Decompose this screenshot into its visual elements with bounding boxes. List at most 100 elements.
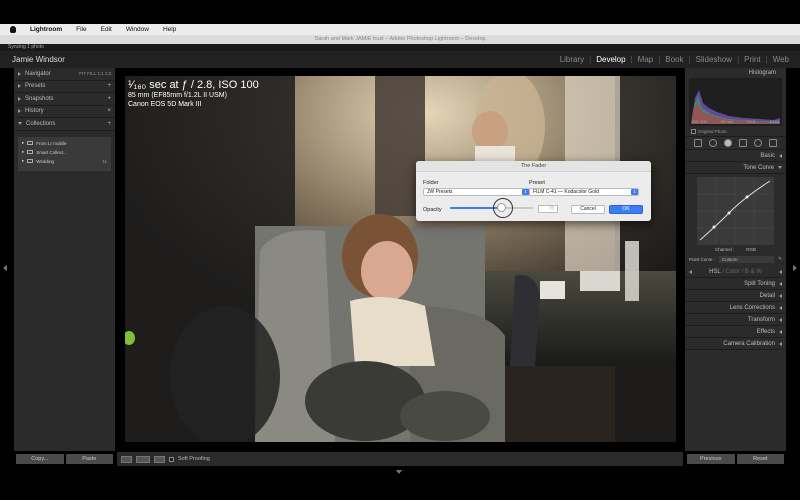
collection-set-icon: [27, 159, 34, 163]
menu-window[interactable]: Window: [126, 26, 149, 33]
copy-button[interactable]: Copy...: [16, 454, 64, 464]
detail-header[interactable]: Detail: [685, 290, 786, 302]
transform-label: Transform: [747, 316, 775, 323]
red-eye-icon[interactable]: [724, 139, 733, 147]
split-toning-header[interactable]: Split Toning: [685, 278, 786, 290]
right-panel: Histogram ISO 100 85 mm f/2.8 1⁄160 Orig…: [685, 68, 786, 451]
opacity-slider[interactable]: [450, 203, 533, 212]
before-after-icon[interactable]: [136, 455, 150, 463]
module-slideshow[interactable]: Slideshow: [691, 55, 737, 64]
original-photo-row: Original Photo: [685, 126, 786, 136]
list-item[interactable]: ▸ Wedding 11: [22, 157, 107, 166]
menu-edit[interactable]: Edit: [101, 26, 112, 33]
expand-triangle-icon: [779, 281, 782, 286]
clear-history-icon[interactable]: ×: [107, 108, 111, 114]
dialog-title: The Fader: [416, 161, 651, 172]
paste-button[interactable]: Paste: [65, 454, 113, 464]
collapse-triangle-icon: [778, 166, 782, 169]
snapshots-header[interactable]: Snapshots +: [14, 93, 115, 106]
preset-label: Preset: [529, 180, 545, 186]
original-photo-label: Original Photo: [698, 128, 727, 134]
folder-label: Folder: [423, 180, 439, 186]
sync-status: Syncing 1 photo: [0, 44, 800, 51]
histogram-header[interactable]: Histogram: [685, 68, 786, 78]
compare-mode-icon[interactable]: [154, 455, 165, 463]
navigator-header[interactable]: Navigator FIT FILL 1:1 1:3: [14, 68, 115, 81]
lens-corrections-header[interactable]: Lens Corrections: [685, 302, 786, 314]
module-map[interactable]: Map: [633, 55, 659, 64]
opacity-value-field[interactable]: 78: [538, 205, 558, 213]
original-photo-checkbox[interactable]: [691, 128, 696, 134]
module-book[interactable]: Book: [660, 55, 688, 64]
tab-bw[interactable]: B & W: [745, 269, 762, 275]
loupe-view-icon[interactable]: [121, 455, 132, 463]
transform-header[interactable]: Transform: [685, 314, 786, 326]
detail-label: Detail: [759, 292, 775, 299]
photo-canvas[interactable]: ¹⁄₁₆₀ sec at ƒ / 2.8, ISO 100 85 mm (EF8…: [125, 76, 676, 442]
camera-info: Canon EOS 5D Mark III: [128, 101, 202, 108]
collapse-filmstrip-icon[interactable]: [396, 470, 402, 474]
channel-select[interactable]: RGB: [746, 247, 756, 252]
navigator-label: Navigator: [25, 70, 51, 77]
effects-header[interactable]: Effects: [685, 326, 786, 338]
tab-color[interactable]: Color: [726, 269, 740, 275]
presets-label: Presets: [25, 83, 46, 90]
left-panel: Navigator FIT FILL 1:1 1:3 Presets + Sna…: [14, 68, 115, 451]
menu-help[interactable]: Help: [163, 26, 176, 33]
collapse-left-panel-icon[interactable]: [3, 265, 7, 271]
cancel-button[interactable]: Cancel: [571, 205, 605, 214]
adjustment-brush-icon[interactable]: [768, 139, 777, 147]
collections-header[interactable]: Collections +: [14, 118, 115, 131]
tab-hsl[interactable]: HSL: [709, 269, 720, 275]
collection-set-icon: [27, 141, 34, 145]
basic-header[interactable]: Basic: [685, 150, 786, 162]
graduated-filter-icon[interactable]: [738, 139, 747, 147]
list-item[interactable]: ▸ Smart Collect...: [22, 148, 107, 157]
histogram[interactable]: ISO 100 85 mm f/2.8 1⁄160: [689, 78, 782, 126]
mac-menu-bar: Lightroom File Edit Window Help: [0, 24, 800, 35]
point-curve-row: Point Curve : Custom ✎: [689, 255, 782, 263]
expand-triangle-icon: [779, 293, 782, 298]
expand-triangle-icon: [779, 269, 782, 274]
module-web[interactable]: Web: [768, 55, 794, 64]
apple-icon[interactable]: [10, 26, 16, 33]
right-footer: Previous Reset: [685, 451, 786, 467]
module-library[interactable]: Library: [555, 55, 589, 64]
soft-proofing-checkbox[interactable]: [169, 456, 174, 462]
identity-plate: Jamie Windsor Library | Develop | Map | Boo…: [0, 51, 800, 68]
camera-calibration-header[interactable]: Camera Calibration: [685, 338, 786, 350]
previous-button[interactable]: Previous: [687, 454, 735, 464]
module-develop[interactable]: Develop: [591, 55, 630, 64]
tone-curve-graph[interactable]: [697, 177, 774, 245]
spot-removal-icon[interactable]: [709, 139, 718, 147]
collections-list: ▸ From Lr mobile ▸ Smart Collect... ▸ We…: [18, 136, 111, 171]
cursor-highlight-ring: [493, 198, 513, 218]
split-toning-label: Split Toning: [744, 280, 775, 287]
crop-icon[interactable]: [694, 139, 703, 147]
module-print[interactable]: Print: [739, 55, 765, 64]
preset-select[interactable]: FILM C-41 — Kodacolor Gold ⇕: [529, 188, 639, 196]
navigator-zoom-options[interactable]: FIT FILL 1:1 1:3: [79, 71, 111, 76]
add-snapshot-icon[interactable]: +: [107, 96, 111, 102]
menu-file[interactable]: File: [76, 26, 86, 33]
photo-image: [125, 76, 676, 442]
add-preset-icon[interactable]: +: [107, 83, 111, 89]
presets-header[interactable]: Presets +: [14, 81, 115, 93]
history-header[interactable]: History ×: [14, 106, 115, 118]
tone-curve-label: Tone Curve: [743, 164, 774, 171]
photo-info-overlay: ¹⁄₁₆₀ sec at ƒ / 2.8, ISO 100 85 mm (EF8…: [128, 79, 259, 109]
expand-triangle-icon: [779, 305, 782, 310]
hsl-header[interactable]: HSL / Color / B & W: [685, 266, 786, 278]
folder-select[interactable]: JW Presets ⇕: [423, 188, 530, 196]
reset-button[interactable]: Reset: [736, 454, 784, 464]
list-item[interactable]: ▸ From Lr mobile: [22, 139, 107, 148]
add-collection-icon[interactable]: +: [107, 121, 111, 127]
chevron-updown-icon: ⇕: [522, 189, 529, 195]
radial-filter-icon[interactable]: [753, 139, 762, 147]
ok-button[interactable]: OK: [609, 205, 643, 214]
collapse-right-panel-icon[interactable]: [793, 265, 797, 271]
tone-curve-header[interactable]: Tone Curve: [685, 162, 786, 174]
point-curve-select[interactable]: Custom: [719, 255, 775, 263]
edit-point-curve-icon[interactable]: ✎: [778, 256, 782, 262]
menu-app-name[interactable]: Lightroom: [30, 26, 62, 33]
